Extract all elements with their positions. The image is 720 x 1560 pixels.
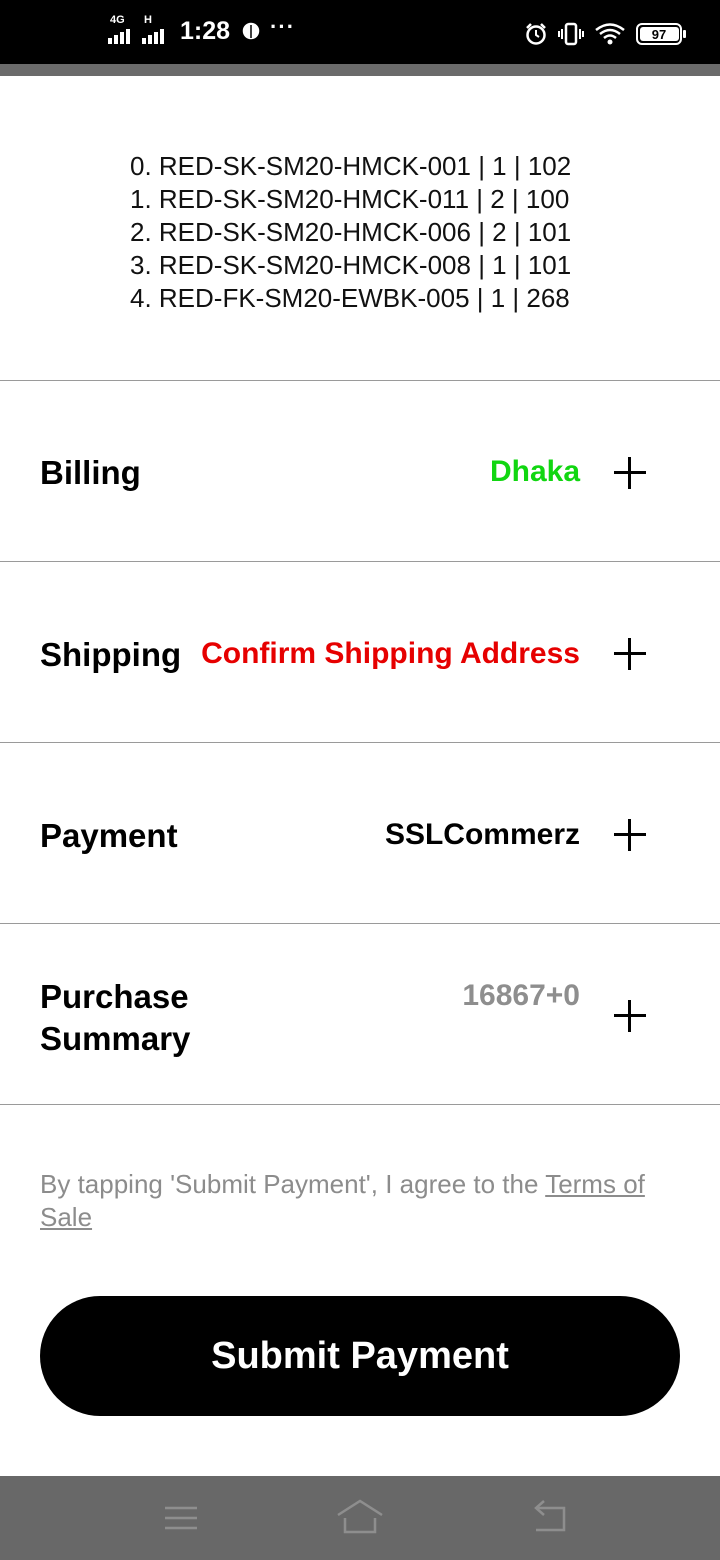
battery-level: 97 [651, 26, 667, 42]
payment-value: SSLCommerz [384, 818, 580, 851]
shipping-label: Shipping [40, 636, 182, 673]
terms-notice: By tapping 'Submit Payment', I agree to … [40, 1168, 670, 1234]
network-type-label: 4G [110, 14, 125, 26]
status-left: 4G H 1:28 ··· [108, 14, 295, 48]
terms-text: By tapping 'Submit Payment', I agree to … [40, 1169, 546, 1199]
section-divider [0, 1104, 720, 1105]
status-bar: 4G H 1:28 ··· 97 [0, 0, 720, 64]
menu-icon[interactable] [156, 1498, 206, 1538]
purchase-summary-row[interactable]: Purchase Summary 16867+0 [0, 923, 720, 1104]
shield-icon [241, 21, 261, 41]
purchase-summary-label-line1: Purchase [40, 978, 189, 1015]
payment-label: Payment [40, 817, 178, 854]
shipping-row[interactable]: Shipping Confirm Shipping Address [0, 561, 720, 742]
shipping-expand-icon[interactable] [614, 638, 646, 670]
more-notifications-icon: ··· [270, 14, 296, 39]
billing-label: Billing [40, 454, 141, 491]
shipping-value: Confirm Shipping Address [201, 637, 580, 670]
order-item: 2. RED-SK-SM20-HMCK-006 | 2 | 101 [130, 217, 572, 247]
billing-row[interactable]: Billing Dhaka [0, 380, 720, 561]
purchase-summary-expand-icon[interactable] [614, 1000, 646, 1032]
purchase-summary-label-line2: Summary [40, 1020, 191, 1057]
billing-expand-icon[interactable] [614, 457, 646, 489]
order-item: 1. RED-SK-SM20-HMCK-011 | 2 | 100 [130, 184, 570, 214]
order-item-list: 0. RED-SK-SM20-HMCK-001 | 1 | 102 1. RED… [130, 150, 571, 315]
back-icon[interactable] [524, 1498, 574, 1538]
purchase-summary-label: Purchase Summary [40, 976, 190, 1060]
signal-h-icon: H [142, 14, 170, 48]
alarm-icon [526, 23, 546, 45]
order-item: 4. RED-FK-SM20-EWBK-005 | 1 | 268 [130, 283, 570, 313]
order-item: 0. RED-SK-SM20-HMCK-001 | 1 | 102 [130, 151, 572, 181]
system-nav-bar [0, 1476, 720, 1560]
vibrate-icon [558, 22, 584, 46]
status-right: 97 [524, 22, 686, 46]
battery-icon: 97 [636, 23, 686, 45]
signal-4g-icon: 4G [108, 14, 136, 48]
header-divider [0, 64, 720, 76]
purchase-summary-value: 16867+0 [462, 979, 580, 1012]
clock: 1:28 [180, 16, 231, 45]
order-item: 3. RED-SK-SM20-HMCK-008 | 1 | 101 [130, 250, 572, 280]
billing-value: Dhaka [489, 455, 580, 488]
network-type-label-2: H [144, 14, 152, 26]
wifi-icon [595, 23, 625, 45]
home-icon[interactable] [335, 1498, 385, 1538]
payment-expand-icon[interactable] [614, 819, 646, 851]
payment-row[interactable]: Payment SSLCommerz [0, 742, 720, 923]
submit-payment-button[interactable]: Submit Payment [40, 1296, 680, 1416]
